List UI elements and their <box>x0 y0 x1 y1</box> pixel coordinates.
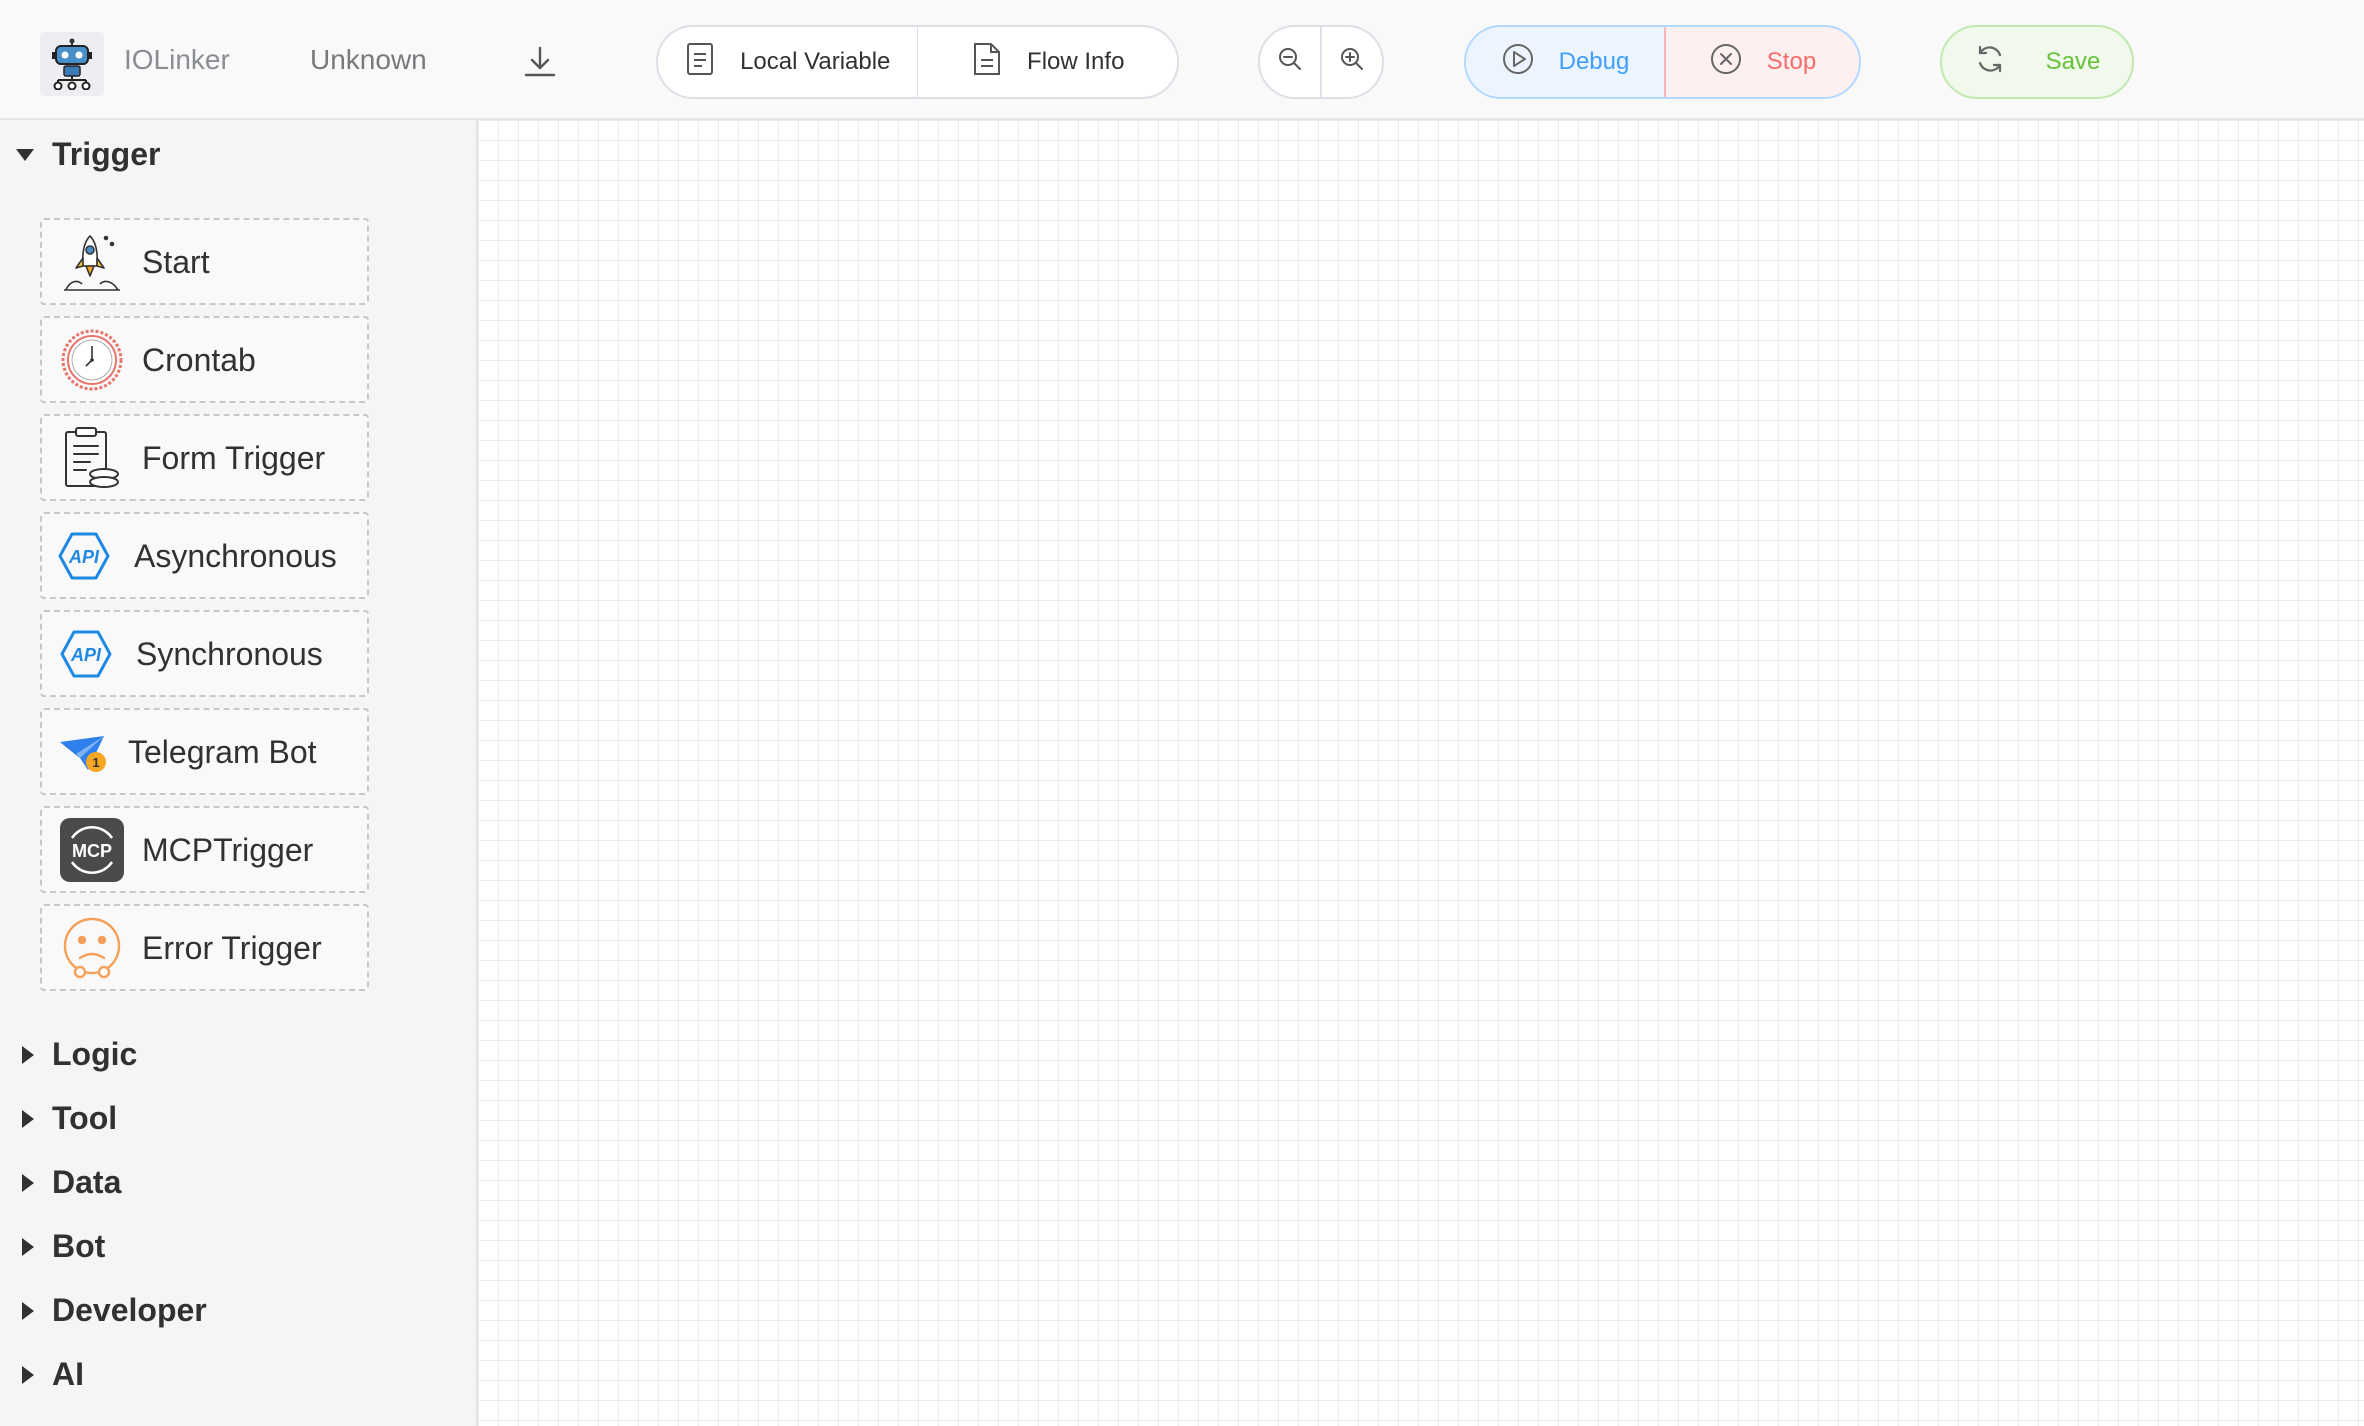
node-label: Crontab <box>142 342 256 378</box>
category-bot[interactable]: Bot <box>16 1228 105 1265</box>
zoom-button-group <box>1258 25 1384 99</box>
node-item-form-trigger[interactable]: Form Trigger <box>40 414 369 501</box>
caret-down-icon <box>16 148 34 161</box>
rocket-icon <box>60 230 124 294</box>
category-label: Logic <box>52 1036 138 1072</box>
api-icon: API <box>60 630 112 678</box>
category-label: Bot <box>52 1228 106 1264</box>
zoom-in-button[interactable] <box>1322 27 1382 97</box>
variables-button-group: Local Variable Flow Info <box>656 25 1179 99</box>
caret-right-icon <box>22 1301 34 1320</box>
clipboard-icon <box>60 426 124 490</box>
node-item-telegram-bot[interactable]: 1 Telegram Bot <box>40 708 369 795</box>
zoom-out-button[interactable] <box>1260 27 1320 97</box>
category-data[interactable]: Data <box>16 1164 121 1201</box>
play-icon <box>1501 42 1535 83</box>
zoom-in-icon <box>1339 46 1365 79</box>
save-label: Save <box>2045 48 2101 75</box>
category-label: Data <box>52 1164 122 1200</box>
flow-name[interactable]: Unknown <box>310 44 427 76</box>
category-logic[interactable]: Logic <box>16 1036 137 1073</box>
category-label: Trigger <box>52 136 161 172</box>
stop-label: Stop <box>1766 48 1817 75</box>
sad-face-icon <box>60 916 124 980</box>
node-item-error-trigger[interactable]: Error Trigger <box>40 904 369 991</box>
flow-info-label: Flow Info <box>1027 48 1125 75</box>
clock-icon <box>60 328 124 392</box>
document-icon <box>971 42 1003 83</box>
node-palette-sidebar: Trigger Start Crontab Form Trigger API A… <box>0 120 478 1426</box>
debug-label: Debug <box>1558 48 1630 75</box>
caret-right-icon <box>22 1237 34 1256</box>
flow-canvas[interactable] <box>478 120 2364 1426</box>
node-item-mcptrigger[interactable]: MCP MCPTrigger <box>40 806 369 893</box>
local-variable-button[interactable]: Local Variable <box>658 27 917 97</box>
app-name: IOLinker <box>124 44 230 75</box>
telegram-icon: 1 <box>58 734 110 774</box>
svg-text:API: API <box>70 645 102 665</box>
category-trigger[interactable]: Trigger <box>16 136 160 173</box>
zoom-out-icon <box>1277 46 1303 79</box>
svg-text:1: 1 <box>92 755 99 770</box>
node-item-start[interactable]: Start <box>40 218 369 305</box>
caret-right-icon <box>22 1173 34 1192</box>
category-tool[interactable]: Tool <box>16 1100 117 1137</box>
toolbar: IOLinker Unknown Local Variable Flow Inf… <box>0 0 2364 120</box>
download-icon[interactable] <box>522 44 558 80</box>
run-button-group: Debug Stop <box>1464 25 1861 99</box>
svg-text:MCP: MCP <box>72 841 112 861</box>
robot-logo-icon <box>40 32 104 96</box>
document-icon <box>684 42 716 83</box>
node-label: MCPTrigger <box>142 832 314 868</box>
node-label: Telegram Bot <box>128 734 317 770</box>
caret-right-icon <box>22 1109 34 1128</box>
node-label: Form Trigger <box>142 440 326 476</box>
refresh-icon <box>1974 43 2006 82</box>
debug-button[interactable]: Debug <box>1466 27 1664 97</box>
api-icon: API <box>58 532 110 580</box>
caret-right-icon <box>22 1045 34 1064</box>
caret-right-icon <box>22 1365 34 1384</box>
category-label: Developer <box>52 1292 207 1328</box>
svg-text:API: API <box>68 547 100 567</box>
category-developer[interactable]: Developer <box>16 1292 207 1329</box>
node-item-asynchronous[interactable]: API Asynchronous <box>40 512 369 599</box>
node-item-crontab[interactable]: Crontab <box>40 316 369 403</box>
local-variable-label: Local Variable <box>740 48 891 75</box>
stop-button[interactable]: Stop <box>1663 27 1859 97</box>
save-button-inner[interactable]: Save <box>1942 27 2132 97</box>
category-label: Tool <box>52 1100 118 1136</box>
category-ai[interactable]: AI <box>16 1356 84 1393</box>
save-button[interactable]: Save <box>1940 25 2134 99</box>
close-circle-icon <box>1709 42 1743 83</box>
node-item-synchronous[interactable]: API Synchronous <box>40 610 369 697</box>
category-label: AI <box>52 1356 84 1392</box>
flow-info-button[interactable]: Flow Info <box>918 27 1177 97</box>
node-label: Synchronous <box>136 636 323 672</box>
node-label: Error Trigger <box>142 930 322 966</box>
node-label: Start <box>142 244 210 280</box>
mcp-icon: MCP <box>60 818 124 882</box>
node-label: Asynchronous <box>134 538 337 574</box>
